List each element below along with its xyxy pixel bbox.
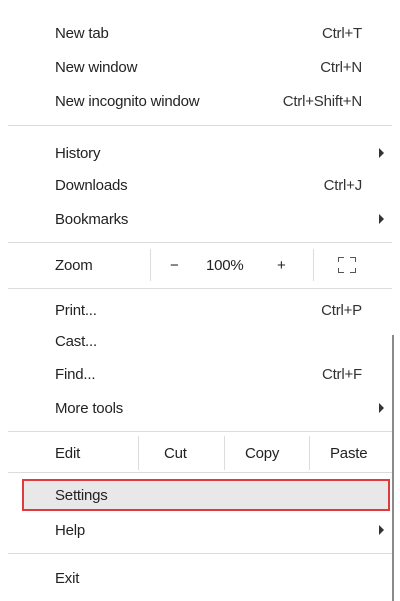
menu-item-history[interactable]: History: [0, 138, 392, 168]
submenu-arrow-icon: [379, 403, 384, 413]
menu-item-label: Print...: [55, 301, 97, 319]
menu-item-shortcut: Ctrl+J: [323, 176, 363, 194]
zoom-divider: [313, 249, 314, 281]
menu-item-label: Zoom: [55, 256, 93, 274]
cut-button[interactable]: Cut: [164, 445, 187, 462]
menu-item-label: Downloads: [55, 176, 128, 194]
submenu-arrow-icon: [379, 214, 384, 224]
paste-button[interactable]: Paste: [330, 445, 368, 462]
window-border: [392, 335, 394, 601]
menu-separator: [8, 553, 392, 554]
menu-item-cast[interactable]: Cast...: [0, 326, 392, 356]
zoom-divider: [150, 249, 151, 281]
menu-item-shortcut: Ctrl+Shift+N: [282, 92, 362, 110]
menu-item-new-incognito-window[interactable]: New incognito window Ctrl+Shift+N: [0, 86, 392, 116]
chrome-main-menu: New tab Ctrl+T New window Ctrl+N New inc…: [0, 0, 392, 601]
copy-button[interactable]: Copy: [245, 445, 279, 462]
menu-item-label: History: [55, 144, 101, 162]
menu-item-bookmarks[interactable]: Bookmarks: [0, 204, 392, 234]
edit-divider: [138, 436, 139, 470]
menu-item-shortcut: Ctrl+P: [321, 301, 362, 319]
submenu-arrow-icon: [379, 148, 384, 158]
menu-item-shortcut: Ctrl+F: [321, 365, 362, 383]
zoom-out-button[interactable]: −: [170, 257, 179, 274]
menu-item-new-window[interactable]: New window Ctrl+N: [0, 52, 392, 82]
menu-item-label: New tab: [55, 24, 109, 42]
menu-separator: [8, 242, 392, 243]
menu-item-label: Edit: [55, 444, 81, 462]
menu-item-label: Bookmarks: [55, 210, 129, 228]
menu-item-label: New incognito window: [55, 92, 200, 110]
menu-item-more-tools[interactable]: More tools: [0, 393, 392, 423]
menu-separator: [8, 472, 392, 473]
menu-item-exit[interactable]: Exit: [0, 563, 392, 593]
edit-divider: [224, 436, 225, 470]
menu-item-label: More tools: [55, 399, 124, 417]
menu-item-shortcut: Ctrl+T: [321, 24, 362, 42]
menu-item-label: Find...: [55, 365, 96, 383]
menu-item-help[interactable]: Help: [0, 515, 392, 545]
menu-item-label: Cast...: [55, 332, 97, 350]
menu-item-label: Settings: [55, 486, 108, 504]
menu-item-edit: Edit Cut Copy Paste: [0, 436, 392, 470]
menu-item-label: New window: [55, 58, 138, 76]
menu-item-print[interactable]: Print... Ctrl+P: [0, 295, 392, 325]
menu-item-downloads[interactable]: Downloads Ctrl+J: [0, 170, 392, 200]
menu-item-shortcut: Ctrl+N: [320, 58, 362, 76]
menu-item-new-tab[interactable]: New tab Ctrl+T: [0, 18, 392, 48]
menu-item-label: Exit: [55, 569, 80, 587]
submenu-arrow-icon: [379, 525, 384, 535]
menu-item-settings[interactable]: Settings: [0, 480, 392, 510]
menu-separator: [8, 431, 392, 432]
edit-divider: [309, 436, 310, 470]
menu-item-zoom: Zoom − 100% +: [0, 249, 392, 281]
menu-item-label: Help: [55, 521, 86, 539]
zoom-level: 100%: [206, 256, 244, 274]
fullscreen-icon[interactable]: [338, 257, 356, 273]
menu-separator: [8, 125, 392, 126]
menu-item-find[interactable]: Find... Ctrl+F: [0, 359, 392, 389]
menu-separator: [8, 288, 392, 289]
menu-edge: [392, 0, 400, 601]
zoom-in-button[interactable]: +: [277, 257, 286, 274]
